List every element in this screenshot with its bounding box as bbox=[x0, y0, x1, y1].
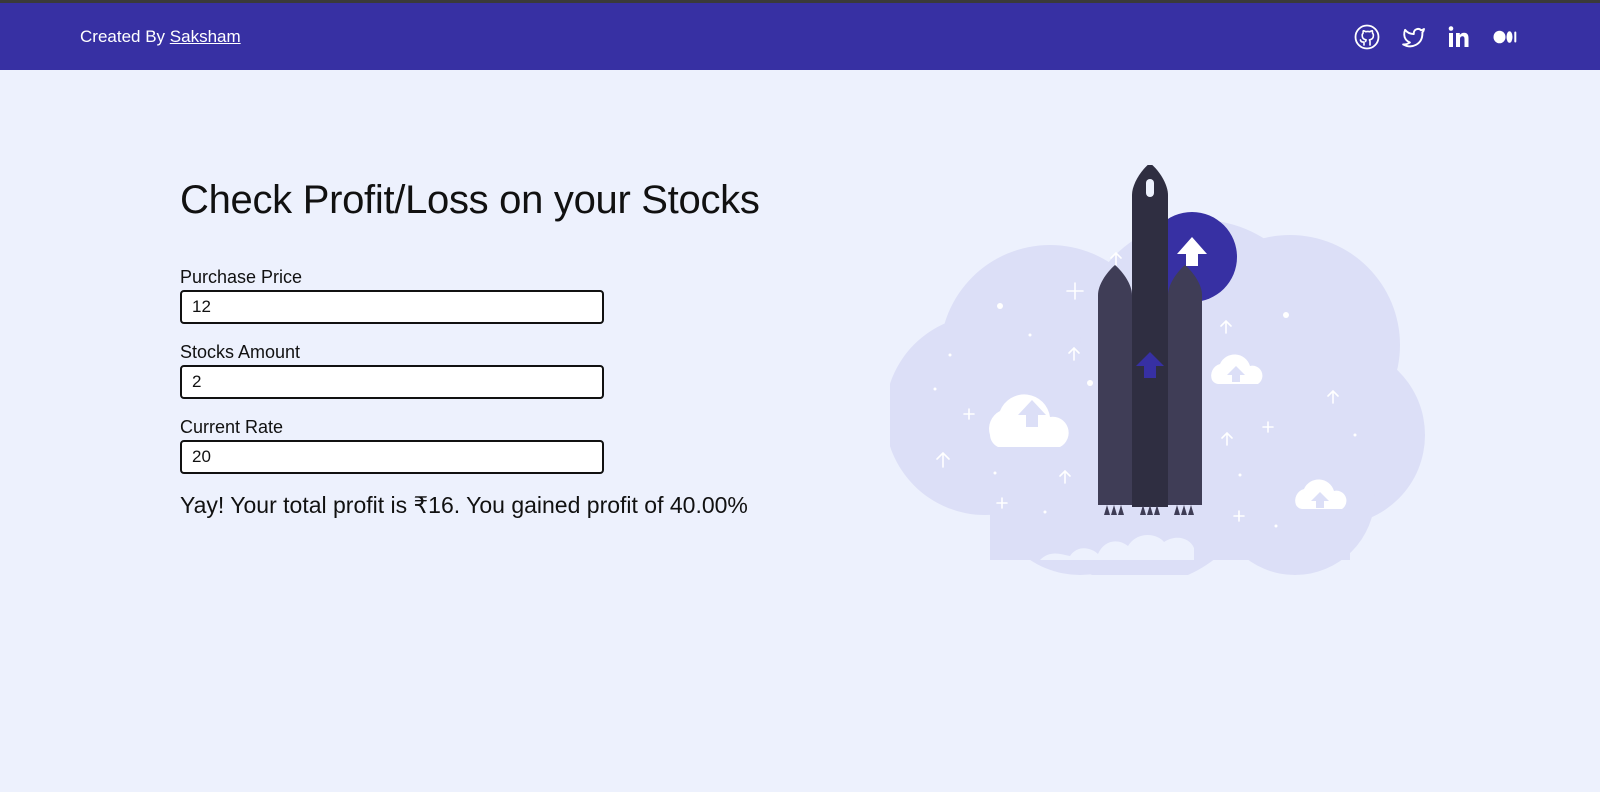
purchase-price-group: Purchase Price bbox=[180, 267, 800, 324]
current-rate-input[interactable] bbox=[180, 440, 604, 474]
site-header: Created By Saksham bbox=[0, 3, 1600, 70]
stocks-amount-label: Stocks Amount bbox=[180, 342, 301, 362]
stocks-amount-input[interactable] bbox=[180, 365, 604, 399]
header-credit: Created By Saksham bbox=[80, 27, 241, 47]
current-rate-label: Current Rate bbox=[180, 417, 284, 437]
author-link[interactable]: Saksham bbox=[170, 27, 241, 46]
github-icon[interactable] bbox=[1354, 24, 1380, 50]
profit-loss-form: Check Profit/Loss on your Stocks Purchas… bbox=[180, 178, 800, 519]
purchase-price-label: Purchase Price bbox=[180, 267, 303, 287]
purchase-price-input[interactable] bbox=[180, 290, 604, 324]
rocket-illustration bbox=[890, 165, 1450, 575]
page-title: Check Profit/Loss on your Stocks bbox=[180, 178, 760, 222]
current-rate-group: Current Rate bbox=[180, 417, 800, 474]
social-links bbox=[1354, 24, 1518, 50]
credit-prefix: Created By bbox=[80, 26, 166, 46]
linkedin-icon[interactable] bbox=[1446, 24, 1472, 50]
stocks-amount-group: Stocks Amount bbox=[180, 342, 800, 399]
medium-icon[interactable] bbox=[1492, 24, 1518, 50]
twitter-icon[interactable] bbox=[1400, 24, 1426, 50]
result-message: Yay! Your total profit is ₹16. You gaine… bbox=[180, 492, 748, 518]
